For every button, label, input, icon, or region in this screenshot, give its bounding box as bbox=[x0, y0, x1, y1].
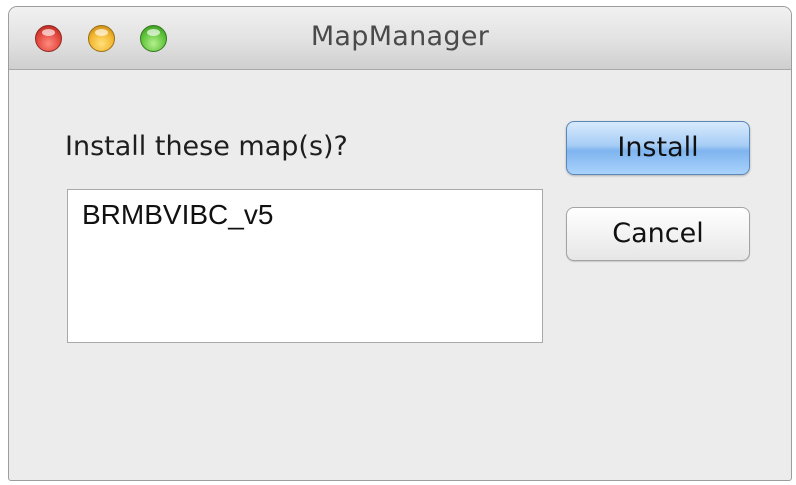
install-prompt: Install these map(s)? bbox=[65, 131, 348, 162]
title-bar[interactable]: MapManager bbox=[9, 7, 791, 70]
map-list[interactable]: BRMBVIBC_v5 bbox=[67, 189, 543, 343]
cancel-button[interactable]: Cancel bbox=[566, 207, 750, 261]
window-title: MapManager bbox=[310, 21, 490, 52]
mapmanager-window: MapManager Install these map(s)? BRMBVIB… bbox=[8, 6, 792, 481]
list-item[interactable]: BRMBVIBC_v5 bbox=[82, 199, 273, 231]
install-button[interactable]: Install bbox=[566, 121, 750, 175]
